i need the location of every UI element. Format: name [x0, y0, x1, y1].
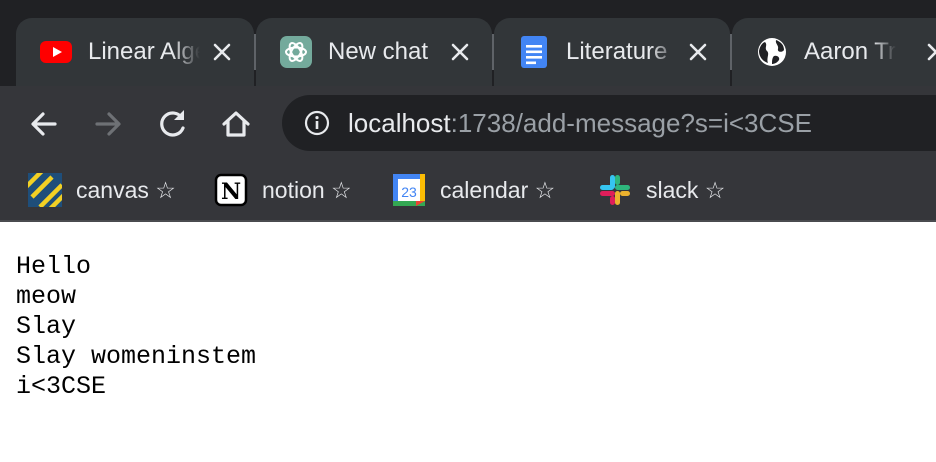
close-icon[interactable] [448, 40, 472, 64]
google-docs-icon [521, 36, 547, 68]
tab-new-chat[interactable]: New chat [256, 18, 492, 86]
tab-title: Aaron Tran [804, 38, 896, 65]
back-arrow-icon[interactable] [24, 104, 64, 144]
notion-icon: N [214, 173, 248, 207]
globe-icon [758, 38, 786, 66]
url-host: localhost [348, 108, 451, 138]
home-icon[interactable] [216, 104, 256, 144]
close-icon[interactable] [210, 40, 234, 64]
bookmark-label: canvas ☆ [76, 176, 176, 203]
close-icon[interactable] [686, 40, 710, 64]
tab-linear-algebra[interactable]: Linear Algebra [16, 18, 254, 86]
forward-arrow-icon[interactable] [88, 104, 128, 144]
reload-icon[interactable] [152, 104, 192, 144]
message-line: i<3CSE [16, 372, 107, 401]
tab-aaron-tran[interactable]: Aaron Tran [732, 18, 936, 86]
bookmark-notion[interactable]: N notion ☆ [214, 172, 352, 208]
bookmark-label: notion ☆ [262, 176, 352, 203]
calendar-icon-day: 23 [401, 184, 417, 200]
message-line: Slay womeninstem [16, 342, 257, 371]
page-content: Hello meow Slay Slay womeninstem i<3CSE [0, 224, 936, 462]
address-bar[interactable]: localhost:1738/add-message?s=i<3CSE [282, 95, 936, 151]
toolbar: localhost:1738/add-message?s=i<3CSE [0, 86, 936, 160]
canvas-icon [28, 173, 62, 207]
tab-strip: Linear Algebra New chat Literatur [0, 0, 936, 86]
tab-title: New chat [328, 38, 429, 65]
message-line: Hello [16, 252, 92, 281]
youtube-icon [40, 41, 72, 63]
url-path: :1738/add-message?s=i<3CSE [450, 108, 812, 138]
slack-icon [600, 175, 630, 205]
bookmark-label: slack ☆ [646, 176, 726, 203]
notion-icon-letter: N [221, 179, 241, 205]
bookmarks-bar: canvas ☆ N notion ☆ 23 calendar ☆ slack … [0, 160, 936, 222]
message-line: Slay [16, 312, 77, 341]
message-list: Hello meow Slay Slay womeninstem i<3CSE [16, 252, 256, 402]
bookmark-label: calendar ☆ [440, 176, 556, 203]
bookmark-canvas[interactable]: canvas ☆ [28, 172, 176, 208]
bookmark-calendar[interactable]: 23 calendar ☆ [392, 172, 555, 208]
chatgpt-icon [280, 36, 312, 68]
message-line: meow [16, 282, 77, 311]
tab-title: Linear Algebra [88, 38, 200, 65]
bookmark-slack[interactable]: slack ☆ [598, 172, 725, 208]
tab-literature[interactable]: Literature [494, 18, 730, 86]
calendar-icon: 23 [393, 174, 425, 206]
url-text[interactable]: localhost:1738/add-message?s=i<3CSE [348, 107, 812, 139]
close-icon[interactable] [924, 40, 936, 64]
tab-title: Literature [566, 38, 668, 65]
info-icon[interactable] [304, 110, 330, 136]
